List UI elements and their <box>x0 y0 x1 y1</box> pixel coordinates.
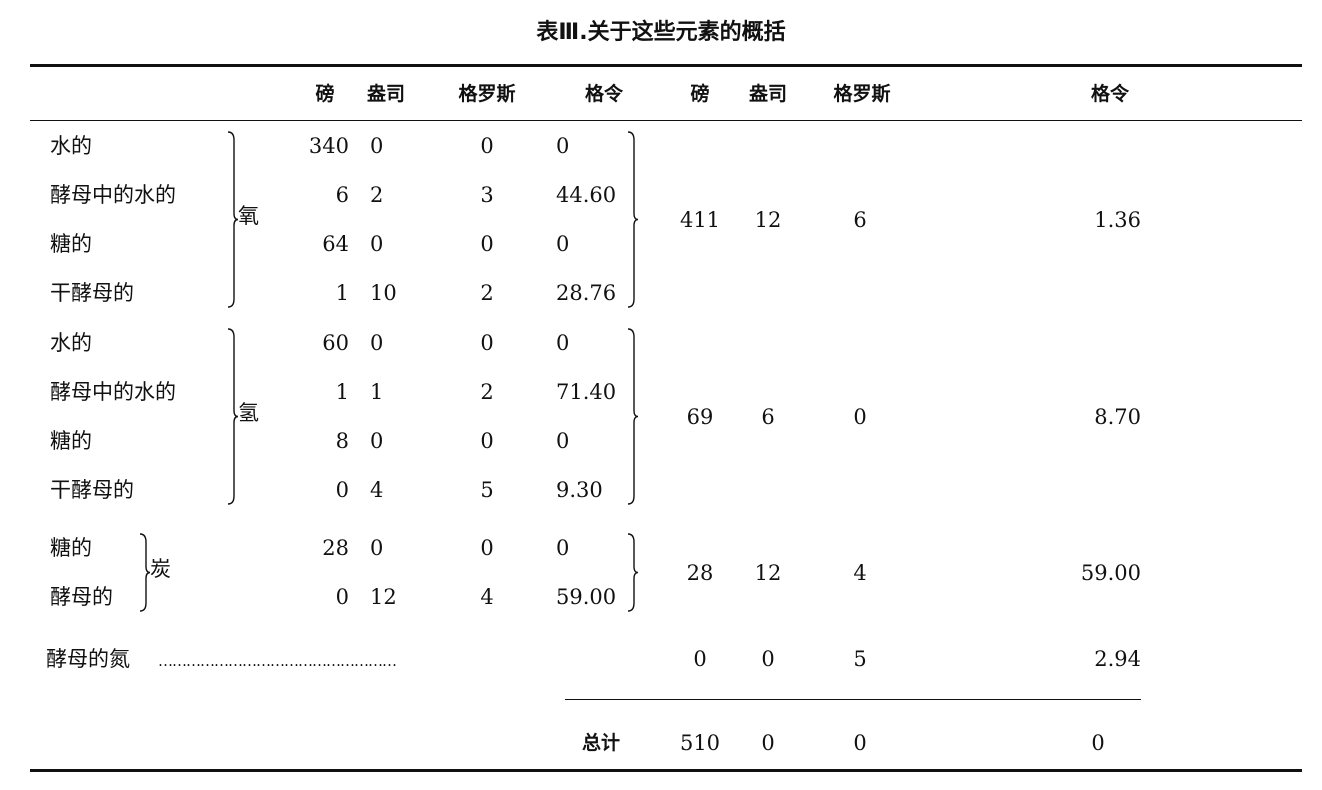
row-label: 糖的 <box>50 536 92 560</box>
value-cell: 4 <box>480 585 494 609</box>
label-brace <box>139 533 151 612</box>
leader-dots: …………………………………………… <box>158 652 397 670</box>
row-label: 干酵母的 <box>50 281 134 305</box>
value-cell: 0 <box>480 536 494 560</box>
value-cell: 0 <box>335 478 349 502</box>
value-cell: 0 <box>370 134 384 158</box>
value-cell: 60 <box>322 331 349 355</box>
value-cell: 0 <box>370 429 384 453</box>
bottom-rule <box>30 769 1302 772</box>
row-label: 糖的 <box>50 429 92 453</box>
value-cell: 0 <box>556 232 570 256</box>
value-cell: 3 <box>480 183 494 207</box>
nitrogen-label: 酵母的氮 <box>46 647 130 671</box>
row-label: 水的 <box>50 134 92 158</box>
value-cell: 64 <box>322 232 349 256</box>
value-cell: 0 <box>480 429 494 453</box>
row-label: 酵母中的水的 <box>50 183 176 207</box>
header-rule <box>30 120 1302 121</box>
value-cell: 0 <box>556 134 570 158</box>
value-cell: 59.00 <box>556 585 617 609</box>
label-brace <box>227 131 239 308</box>
value-cell: 28 <box>322 536 349 560</box>
value-cell: 2 <box>480 380 494 404</box>
value-cell: 1 <box>370 380 384 404</box>
value-cell: 12 <box>370 585 397 609</box>
value-cell: 44.60 <box>556 183 617 207</box>
total-cell: 12 <box>754 560 782 585</box>
value-cell: 10 <box>370 281 397 305</box>
value-cell: 0 <box>480 331 494 355</box>
value-cell: 1 <box>335 281 349 305</box>
value-cell: 4 <box>370 478 384 502</box>
value-cell: 5 <box>480 478 494 502</box>
value-cell: 8 <box>335 429 349 453</box>
value-cell: 0 <box>370 232 384 256</box>
value-cell: 28.76 <box>556 281 617 305</box>
grand-total-value: 0 <box>1091 731 1105 755</box>
row-label: 水的 <box>50 331 92 355</box>
value-cell: 1 <box>335 380 349 404</box>
element-name: 炭 <box>150 556 171 581</box>
table-title: 表Ⅲ.关于这些元素的概括 <box>536 20 786 45</box>
row-label: 酵母中的水的 <box>50 380 176 404</box>
value-brace <box>627 328 639 505</box>
total-cell: 0 <box>853 404 867 429</box>
value-cell: 6 <box>335 183 349 207</box>
total-cell: 59.00 <box>1080 560 1141 585</box>
value-brace <box>627 533 639 612</box>
nitrogen-value: 0 <box>761 647 775 671</box>
row-label: 糖的 <box>50 232 92 256</box>
total-cell: 12 <box>754 207 782 232</box>
value-cell: 0 <box>370 331 384 355</box>
value-cell: 0 <box>556 536 570 560</box>
grand-total-label: 总计 <box>582 732 621 754</box>
column-header: 格罗斯 <box>458 83 516 105</box>
total-cell: 6 <box>853 207 867 232</box>
row-label: 干酵母的 <box>50 478 134 502</box>
value-cell: 0 <box>556 331 570 355</box>
row-label: 酵母的 <box>50 585 113 609</box>
element-name: 氢 <box>238 400 259 425</box>
value-cell: 0 <box>480 134 494 158</box>
column-header: 格令 <box>1090 83 1129 105</box>
value-cell: 2 <box>480 281 494 305</box>
grand-total-value: 0 <box>853 731 867 755</box>
column-header: 格罗斯 <box>833 83 891 105</box>
value-cell: 71.40 <box>556 380 617 404</box>
top-rule <box>30 64 1302 67</box>
total-cell: 6 <box>761 404 775 429</box>
value-cell: 0 <box>556 429 570 453</box>
value-cell: 0 <box>335 585 349 609</box>
total-cell: 4 <box>853 560 867 585</box>
nitrogen-value: 5 <box>853 647 867 671</box>
value-cell: 9.30 <box>556 478 603 502</box>
nitrogen-value: 2.94 <box>1094 647 1141 671</box>
total-cell: 1.36 <box>1094 207 1141 232</box>
sum-rule <box>565 699 1141 700</box>
grand-total-value: 0 <box>761 731 775 755</box>
value-cell: 0 <box>480 232 494 256</box>
element-name: 氧 <box>238 203 259 228</box>
value-cell: 0 <box>370 536 384 560</box>
value-brace <box>627 131 639 308</box>
value-cell: 2 <box>370 183 384 207</box>
total-cell: 8.70 <box>1094 404 1141 429</box>
value-cell: 340 <box>308 134 349 158</box>
label-brace <box>227 328 239 505</box>
